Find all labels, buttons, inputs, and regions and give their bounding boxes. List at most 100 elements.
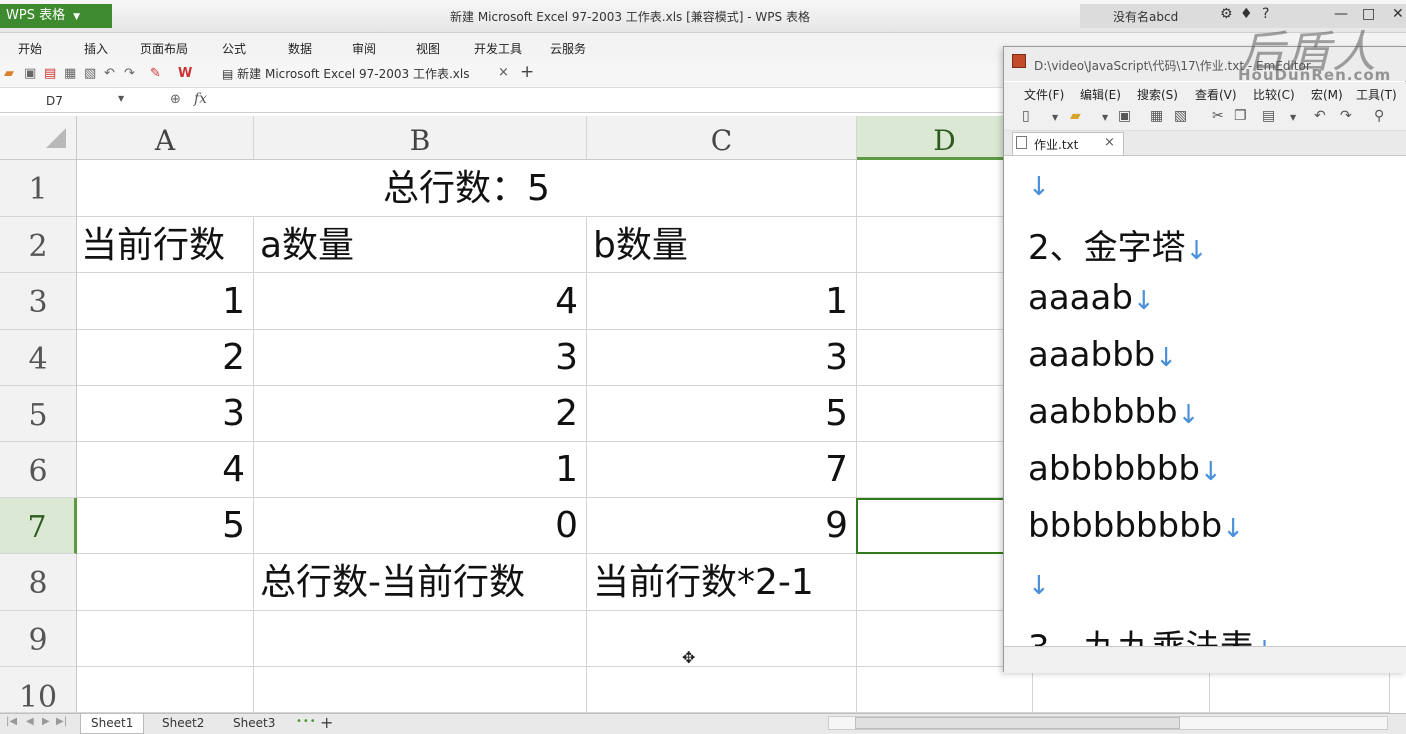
redo-icon[interactable]: ↷ — [1340, 108, 1352, 124]
cell-b7[interactable]: 0 — [254, 498, 587, 554]
tab-formulas[interactable]: 公式 — [222, 40, 246, 57]
tab-developer[interactable]: 开发工具 — [474, 40, 522, 57]
em-menu-edit[interactable]: 编辑(E) — [1080, 86, 1121, 103]
cell-d10[interactable] — [857, 667, 1033, 713]
em-menu-compare[interactable]: 比较(C) — [1253, 86, 1295, 103]
redo-icon[interactable]: ↷ — [124, 66, 135, 81]
cell-a7[interactable]: 5 — [77, 498, 254, 554]
cell-a4[interactable]: 2 — [77, 330, 254, 386]
zoom-icon[interactable]: ⊕ — [170, 92, 181, 107]
row-header-1[interactable]: 1 — [0, 160, 77, 217]
cell-a2[interactable]: 当前行数 — [77, 217, 254, 273]
cell-a9[interactable] — [77, 611, 254, 667]
cell-a8[interactable] — [77, 554, 254, 611]
new-file-icon[interactable]: ▯ — [1022, 108, 1030, 124]
tab-home[interactable]: 开始 — [18, 40, 42, 57]
cell-b4[interactable]: 3 — [254, 330, 587, 386]
tab-insert[interactable]: 插入 — [84, 40, 108, 57]
chevron-down-icon[interactable]: ▼ — [1052, 113, 1058, 122]
cell-c8[interactable]: 当前行数*2-1 — [587, 554, 857, 611]
first-sheet-icon[interactable]: |◀ — [6, 716, 17, 727]
copy-icon[interactable]: ❐ — [1234, 108, 1247, 124]
row-header-9[interactable]: 9 — [0, 611, 77, 667]
find-icon[interactable]: ⚲ — [1374, 108, 1384, 124]
close-icon[interactable]: ✕ — [1392, 6, 1404, 22]
cell-c9[interactable] — [587, 611, 857, 667]
column-header-a[interactable]: A — [77, 116, 254, 160]
prev-sheet-icon[interactable]: ◀ — [26, 716, 34, 727]
name-box[interactable]: D7 — [46, 94, 63, 108]
pdf-icon[interactable]: ▤ — [44, 66, 56, 81]
print-icon[interactable]: ▦ — [1150, 108, 1163, 124]
em-menu-tools[interactable]: 工具(T) — [1356, 86, 1397, 103]
column-header-b[interactable]: B — [254, 116, 587, 160]
cell-a5[interactable]: 3 — [77, 386, 254, 442]
cell-b6[interactable]: 1 — [254, 442, 587, 498]
cell-a6[interactable]: 4 — [77, 442, 254, 498]
tab-data[interactable]: 数据 — [288, 40, 312, 57]
undo-icon[interactable]: ↶ — [1314, 108, 1326, 124]
close-tab-icon[interactable]: × — [1104, 135, 1115, 150]
row-header-7[interactable]: 7 — [0, 498, 77, 554]
cell-b9[interactable] — [254, 611, 587, 667]
cell-c7[interactable]: 9 — [587, 498, 857, 554]
chevron-down-icon[interactable]: ▼ — [1290, 113, 1296, 122]
chevron-down-icon[interactable]: ▼ — [118, 94, 124, 103]
cell-c5[interactable]: 5 — [587, 386, 857, 442]
tab-view[interactable]: 视图 — [416, 40, 440, 57]
cell-b5[interactable]: 2 — [254, 386, 587, 442]
open-folder-icon[interactable]: ▰ — [1070, 108, 1081, 124]
sheet-tab-sheet3[interactable]: Sheet3 — [223, 714, 285, 733]
row-header-10[interactable]: 10 — [0, 667, 77, 715]
cell-c6[interactable]: 7 — [587, 442, 857, 498]
cell-e10[interactable] — [1033, 672, 1210, 713]
row-header-8[interactable]: 8 — [0, 554, 77, 611]
cell-a10[interactable] — [77, 667, 254, 713]
cell-f10[interactable] — [1210, 672, 1390, 713]
user-name[interactable]: 没有名abcd — [1113, 8, 1178, 25]
formula-input[interactable] — [230, 90, 1000, 110]
row-header-2[interactable]: 2 — [0, 217, 77, 273]
row-header-5[interactable]: 5 — [0, 386, 77, 442]
open-folder-icon[interactable]: ▰ — [4, 66, 14, 81]
cut-icon[interactable]: ✂ — [1212, 108, 1224, 124]
row-header-6[interactable]: 6 — [0, 442, 77, 498]
add-sheet-icon[interactable]: + — [320, 713, 333, 732]
column-header-c[interactable]: C — [587, 116, 857, 160]
cell-c4[interactable]: 3 — [587, 330, 857, 386]
chevron-down-icon[interactable]: ▼ — [1102, 113, 1108, 122]
tab-cloud[interactable]: 云服务 — [550, 40, 586, 57]
row-header-3[interactable]: 3 — [0, 273, 77, 330]
print-icon[interactable]: ▦ — [64, 66, 76, 81]
document-tab[interactable]: ▤ 新建 Microsoft Excel 97-2003 工作表.xls — [222, 65, 469, 82]
wps-app-menu-button[interactable]: WPS 表格 ▼ — [0, 4, 112, 28]
cell-b10[interactable] — [254, 667, 587, 713]
merged-title-cell[interactable]: 总行数：5 — [77, 160, 857, 217]
cell-a3[interactable]: 1 — [77, 273, 254, 330]
cell-c3[interactable]: 1 — [587, 273, 857, 330]
tab-review[interactable]: 审阅 — [352, 40, 376, 57]
cell-b3[interactable]: 4 — [254, 273, 587, 330]
cell-c10[interactable] — [587, 667, 857, 713]
em-menu-view[interactable]: 查看(V) — [1195, 86, 1237, 103]
wps-logo-icon[interactable]: W — [178, 66, 192, 81]
format-painter-icon[interactable]: ✎ — [150, 66, 161, 81]
undo-icon[interactable]: ↶ — [104, 66, 115, 81]
print-preview-icon[interactable]: ▧ — [1174, 108, 1187, 124]
cell-c2[interactable]: b数量 — [587, 217, 857, 273]
row-header-4[interactable]: 4 — [0, 330, 77, 386]
save-icon[interactable]: ▣ — [24, 66, 36, 81]
skin-icon[interactable]: ⚙ — [1220, 6, 1233, 22]
em-menu-file[interactable]: 文件(F) — [1024, 86, 1064, 103]
new-tab-icon[interactable]: + — [520, 62, 534, 82]
em-menu-search[interactable]: 搜索(S) — [1137, 86, 1178, 103]
cell-b8[interactable]: 总行数-当前行数 — [254, 554, 587, 611]
function-icon[interactable]: fx — [194, 91, 207, 107]
print-preview-icon[interactable]: ▧ — [84, 66, 96, 81]
cell-b2[interactable]: a数量 — [254, 217, 587, 273]
save-icon[interactable]: ▣ — [1118, 108, 1131, 124]
horizontal-scroll-thumb[interactable] — [855, 717, 1180, 729]
close-tab-icon[interactable]: × — [498, 65, 509, 80]
last-sheet-icon[interactable]: ▶| — [56, 716, 67, 727]
paste-icon[interactable]: ▤ — [1262, 108, 1275, 124]
